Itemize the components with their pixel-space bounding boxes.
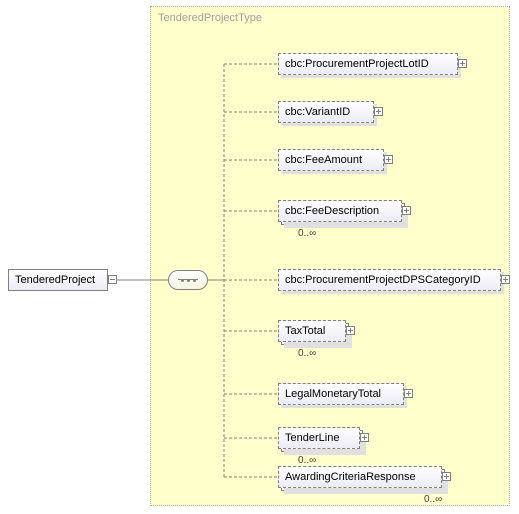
element-label: cbc:ProcurementProjectDPSCategoryID [285,274,481,286]
element-label: LegalMonetaryTotal [285,388,381,400]
plus-icon[interactable] [346,326,355,335]
plus-icon[interactable] [402,206,411,215]
plus-icon[interactable] [360,433,369,442]
cardinality-label: 0..∞ [298,348,316,359]
cardinality-label: 0..∞ [298,228,316,239]
plus-icon[interactable] [384,155,393,164]
cardinality-label: 0..∞ [298,455,316,466]
plus-icon[interactable] [374,107,383,116]
root-element-label: TenderedProject [15,274,95,286]
element-label: TaxTotal [285,325,325,337]
element-label: cbc:ProcurementProjectLotID [285,58,429,70]
cardinality-label: 0..∞ [424,494,442,505]
complex-type-label: TenderedProjectType [158,12,262,24]
diagram-canvas: TenderedProjectType TenderedProject [0,0,519,514]
minus-icon[interactable] [108,275,117,284]
plus-icon[interactable] [442,472,451,481]
element-label: cbc:FeeDescription [285,205,379,217]
plus-icon[interactable] [404,389,413,398]
plus-icon[interactable] [501,275,510,284]
element-label: cbc:VariantID [285,106,350,118]
element-label: AwardingCriteriaResponse [285,471,416,483]
element-label: TenderLine [285,432,339,444]
plus-icon[interactable] [458,59,467,68]
element-label: cbc:FeeAmount [285,154,362,166]
